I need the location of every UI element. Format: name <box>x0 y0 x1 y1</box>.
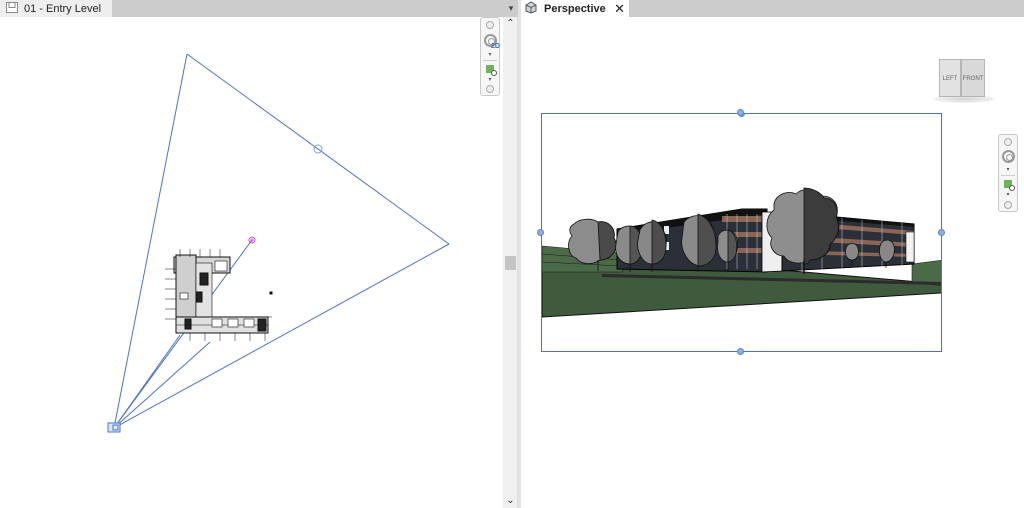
navbar-options-icon[interactable] <box>486 85 494 93</box>
zoom-dropdown-caret[interactable]: ▾ <box>481 76 499 83</box>
crop-grip-left[interactable] <box>537 229 544 236</box>
full-steering-wheel-icon[interactable] <box>1002 150 1015 163</box>
right-navigation-bar: ▾ ▾ <box>998 134 1018 212</box>
floor-plan-canvas[interactable] <box>0 17 503 508</box>
perspective-view[interactable]: LEFT FRONT ▾ ▾ <box>521 17 1024 508</box>
revit-view-workspace: 01 - Entry Level ▾ Perspective ✕ 2D ▾ ▾ … <box>0 0 1024 508</box>
viewcube-face-left[interactable]: LEFT <box>939 59 961 97</box>
navbar-separator <box>483 60 497 61</box>
2d-label: 2D <box>491 43 500 50</box>
left-navigation-bar: 2D ▾ ▾ <box>480 17 500 96</box>
navbar-close-icon[interactable] <box>1004 138 1012 146</box>
navbar-close-icon[interactable] <box>486 21 494 29</box>
camera-ray <box>113 334 181 429</box>
wheel-dropdown-caret[interactable]: ▾ <box>481 51 499 58</box>
zoom-dropdown-caret[interactable]: ▾ <box>999 191 1017 198</box>
tab-label: 01 - Entry Level <box>24 2 102 15</box>
close-icon[interactable]: ✕ <box>614 0 625 17</box>
viewcube[interactable]: LEFT FRONT <box>933 59 995 107</box>
camera-icon[interactable] <box>107 422 121 433</box>
crop-grip-right[interactable] <box>938 229 945 236</box>
scrollbar-thumb[interactable] <box>505 256 516 270</box>
viewcube-face-front[interactable]: FRONT <box>961 59 985 97</box>
tab-perspective[interactable]: Perspective ✕ <box>521 0 629 17</box>
left-tab-bar: 01 - Entry Level ▾ <box>0 0 518 17</box>
navbar-options-icon[interactable] <box>1004 201 1012 209</box>
crop-grip-bottom[interactable] <box>737 348 744 355</box>
pane-menu-button[interactable]: ▾ <box>505 2 517 15</box>
right-tab-bar: Perspective ✕ <box>521 0 1024 17</box>
floor-plan-view[interactable]: 2D ▾ ▾ <box>0 17 503 508</box>
zoom-region-icon[interactable] <box>1004 180 1015 191</box>
floor-plan-icon <box>6 1 18 16</box>
camera-far-clip-edge-1[interactable] <box>186 53 450 245</box>
tab-label: Perspective <box>544 2 606 15</box>
zoom-region-icon[interactable] <box>486 65 497 76</box>
wheel-dropdown-caret[interactable]: ▾ <box>999 166 1017 173</box>
crop-grip-top[interactable] <box>737 109 744 116</box>
camera-view-cone[interactable] <box>113 53 450 429</box>
tab-entry-level[interactable]: 01 - Entry Level <box>0 0 112 17</box>
floor-plan-vertical-scrollbar[interactable]: ⌃ ⌄ <box>503 17 518 508</box>
chevron-up-icon[interactable]: ⌃ <box>503 17 518 31</box>
camera-frustum-right-edge[interactable] <box>113 243 450 429</box>
navbar-separator <box>1001 175 1015 176</box>
chevron-down-icon[interactable]: ⌄ <box>503 494 518 508</box>
crop-region[interactable] <box>541 113 942 352</box>
3d-view-icon <box>524 0 538 17</box>
rendered-perspective <box>542 187 941 351</box>
building-floor-plan[interactable] <box>165 249 273 341</box>
dropdown-list-icon: ▾ <box>508 3 514 13</box>
